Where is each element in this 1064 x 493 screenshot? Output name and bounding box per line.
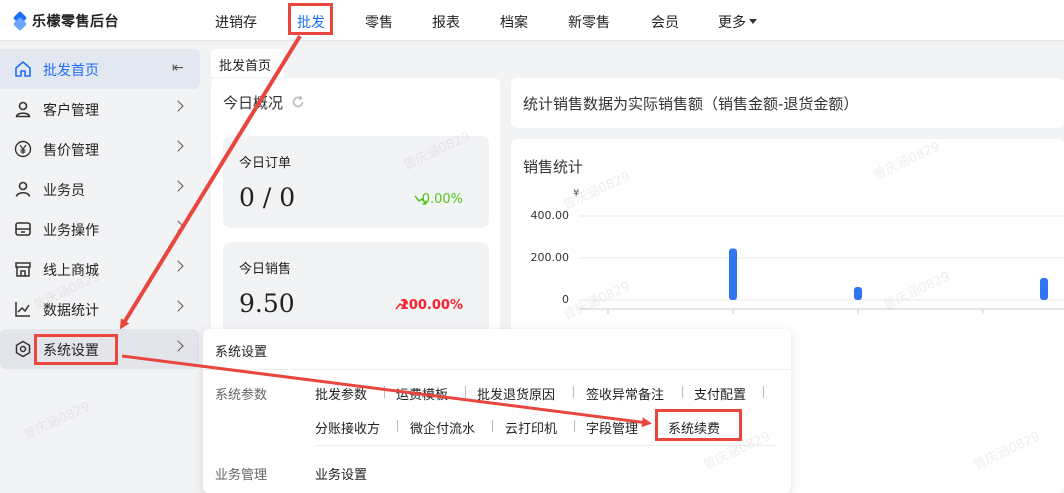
group-label-system-params: 系统参数: [215, 388, 268, 403]
sidebar-item-label: 售价管理: [43, 143, 99, 159]
chevron-right-icon: [172, 340, 184, 352]
group-label-business-mgmt: 业务管理: [215, 468, 268, 483]
topnav-more-label: 更多: [718, 15, 746, 31]
notice-text: 统计销售数据为实际销售额（销售金额-退货金额）: [523, 95, 859, 113]
divider: [397, 420, 398, 432]
chevron-right-icon: [172, 180, 184, 192]
overview-panel: 今日概况 今日订单 0 / 0 0.00% 今日销售 9.50 100.00%: [211, 78, 500, 338]
divider: [465, 386, 466, 398]
overview-title: 今日概况: [223, 94, 284, 112]
topnav-item-xinlingshou[interactable]: 新零售: [568, 12, 610, 32]
drawer-icon: [15, 222, 31, 236]
link-sign-exception[interactable]: 签收异常备注: [586, 384, 664, 403]
chart-bar[interactable]: [854, 286, 862, 300]
topnav-item-jinxiaocun[interactable]: 进销存: [215, 12, 257, 32]
divider: [492, 420, 493, 432]
yuan-icon: [14, 140, 32, 158]
chevron-right-icon: [172, 260, 184, 272]
tab-pifa-home[interactable]: 批发首页: [211, 49, 284, 77]
divider: [315, 445, 775, 446]
topnav-item-baobiao[interactable]: 报表: [432, 12, 460, 32]
sidebar-item-online-mall[interactable]: 线上商城: [0, 249, 200, 289]
link-payment-config[interactable]: 支付配置: [694, 384, 746, 403]
link-business-settings[interactable]: 业务设置: [315, 464, 367, 483]
collapse-sidebar-icon[interactable]: ⇤: [172, 60, 184, 76]
divider: [573, 386, 574, 398]
link-wechat-pay-flow[interactable]: 微企付流水: [410, 418, 475, 437]
chart-bar[interactable]: [729, 248, 737, 300]
sidebar-item-label: 数据统计: [43, 303, 99, 319]
sidebar-item-data-stats[interactable]: 数据统计: [0, 289, 200, 329]
stat-card-sales: 今日销售 9.50 100.00%: [223, 242, 489, 338]
chevron-right-icon: [172, 100, 184, 112]
topnav-item-dangan[interactable]: 档案: [500, 12, 528, 32]
notice-panel: 统计销售数据为实际销售额（销售金额-退货金额）: [511, 78, 1064, 128]
chevron-down-icon: [749, 19, 757, 24]
sidebar-item-label: 业务员: [43, 183, 85, 199]
sidebar-item-pifa-home[interactable]: 批发首页 ⇤: [0, 49, 200, 89]
stat-card-orders: 今日订单 0 / 0 0.00%: [223, 136, 489, 228]
link-freight-template[interactable]: 运费模板: [396, 384, 448, 403]
link-field-management[interactable]: 字段管理: [586, 418, 638, 437]
stat-change: 0.00%: [421, 192, 463, 207]
link-return-reason[interactable]: 批发退货原因: [477, 384, 555, 403]
annotation-box-system-settings: [34, 334, 118, 365]
refresh-icon[interactable]: [291, 95, 305, 109]
chevron-right-icon: [172, 140, 184, 152]
sidebar-item-label: 批发首页: [43, 63, 99, 79]
app-logo[interactable]: 乐檬零售后台: [12, 10, 119, 32]
stat-title: 今日订单: [239, 156, 292, 171]
sidebar-item-salesperson[interactable]: 业务员: [0, 169, 200, 209]
link-cloud-printer[interactable]: 云打印机: [505, 418, 557, 437]
link-pifa-params[interactable]: 批发参数: [315, 384, 367, 403]
topnav-item-more[interactable]: 更多: [718, 12, 757, 32]
sidebar-item-label: 客户管理: [43, 103, 99, 119]
divider: [763, 386, 764, 398]
sidebar: 批发首页 ⇤ 客户管理 售价管理 业务员 业务操作 线上商城 数据统计 系统设置: [0, 41, 200, 493]
logo-icon: [12, 10, 28, 32]
annotation-box-pifa: [288, 3, 333, 35]
chart-bar[interactable]: [1040, 277, 1048, 300]
topnav-item-lingshou[interactable]: 零售: [365, 12, 393, 32]
chart-icon: [15, 302, 30, 317]
shop-icon: [15, 262, 31, 277]
user-icon: [15, 101, 31, 118]
chevron-right-icon: [172, 300, 184, 312]
stat-title: 今日销售: [239, 262, 292, 277]
settings-icon: [15, 340, 31, 358]
topnav-item-huiyuan[interactable]: 会员: [651, 12, 679, 32]
sidebar-item-operations[interactable]: 业务操作: [0, 209, 200, 249]
stat-value: 9.50: [239, 289, 295, 318]
divider: [682, 386, 683, 398]
sidebar-item-label: 业务操作: [43, 223, 99, 239]
divider: [384, 386, 385, 398]
annotation-box-system-renewal: [655, 409, 742, 441]
sidebar-item-pricing[interactable]: 售价管理: [0, 129, 200, 169]
stat-change: 100.00%: [399, 298, 463, 313]
home-icon: [15, 61, 31, 77]
sidebar-item-label: 线上商城: [43, 263, 99, 279]
app-title: 乐檬零售后台: [32, 14, 119, 30]
divider: [574, 420, 575, 432]
link-split-receiver[interactable]: 分账接收方: [315, 418, 380, 437]
top-bar: 乐檬零售后台 进销存 批发 零售 报表 档案 新零售 会员 更多: [0, 0, 1064, 41]
sidebar-item-customers[interactable]: 客户管理: [0, 89, 200, 129]
stat-value: 0 / 0: [239, 183, 296, 212]
chevron-right-icon: [172, 220, 184, 232]
dropdown-header: 系统设置: [215, 345, 268, 360]
person-icon: [15, 181, 31, 197]
divider: [203, 369, 791, 370]
